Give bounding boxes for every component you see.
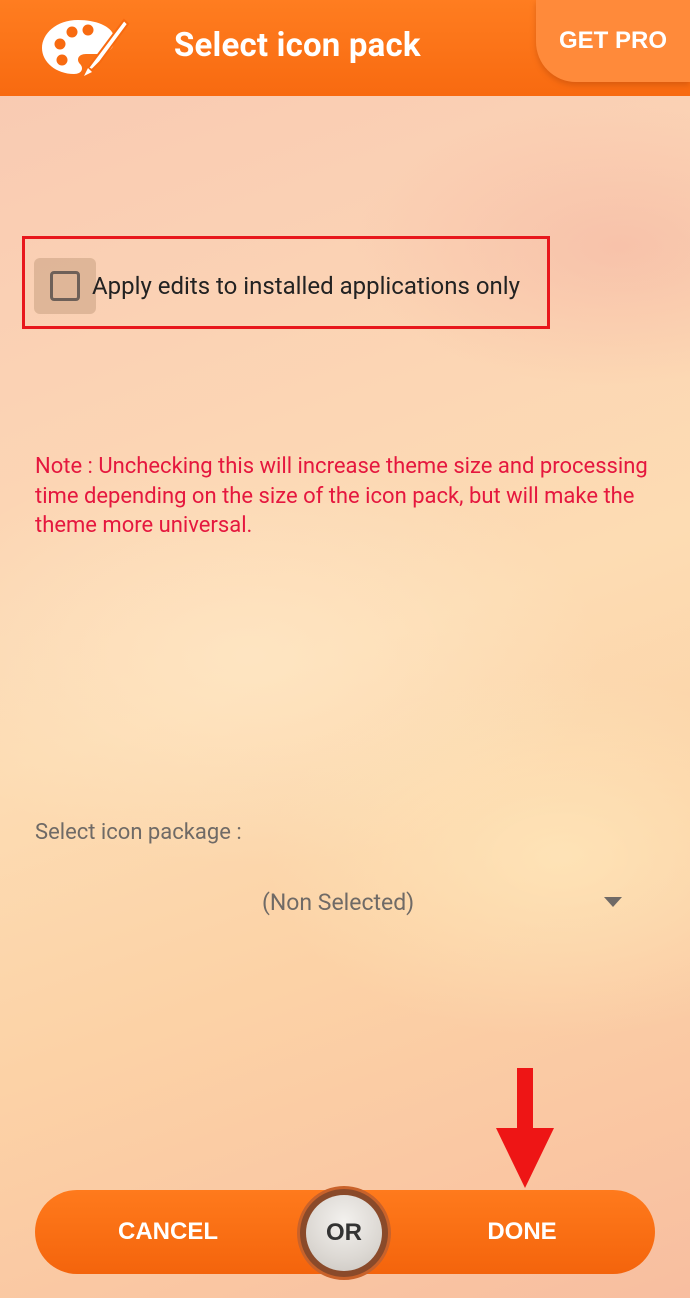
- icon-package-label: Select icon package :: [35, 820, 242, 845]
- or-label: OR: [306, 1195, 382, 1271]
- apply-installed-only-checkbox[interactable]: [50, 271, 80, 301]
- cancel-button[interactable]: CANCEL: [43, 1190, 293, 1274]
- dropdown-arrow-icon: [604, 897, 622, 907]
- palette-icon: [42, 18, 130, 76]
- note-text: Note : Unchecking this will increase the…: [35, 454, 648, 538]
- checkbox-ripple: [34, 258, 96, 314]
- icon-package-dropdown[interactable]: (Non Selected): [40, 876, 640, 928]
- icon-package-selected-value: (Non Selected): [262, 888, 415, 916]
- get-pro-button[interactable]: GET PRO: [536, 0, 690, 82]
- arrow-down-icon: [496, 1068, 554, 1188]
- page-title: Select icon pack: [174, 26, 421, 65]
- done-button[interactable]: DONE: [397, 1190, 647, 1274]
- app-header: Select icon pack GET PRO: [0, 0, 690, 96]
- apply-installed-only-option[interactable]: Apply edits to installed applications on…: [34, 258, 520, 314]
- apply-installed-only-label[interactable]: Apply edits to installed applications on…: [92, 272, 520, 300]
- or-divider: OR: [297, 1186, 391, 1280]
